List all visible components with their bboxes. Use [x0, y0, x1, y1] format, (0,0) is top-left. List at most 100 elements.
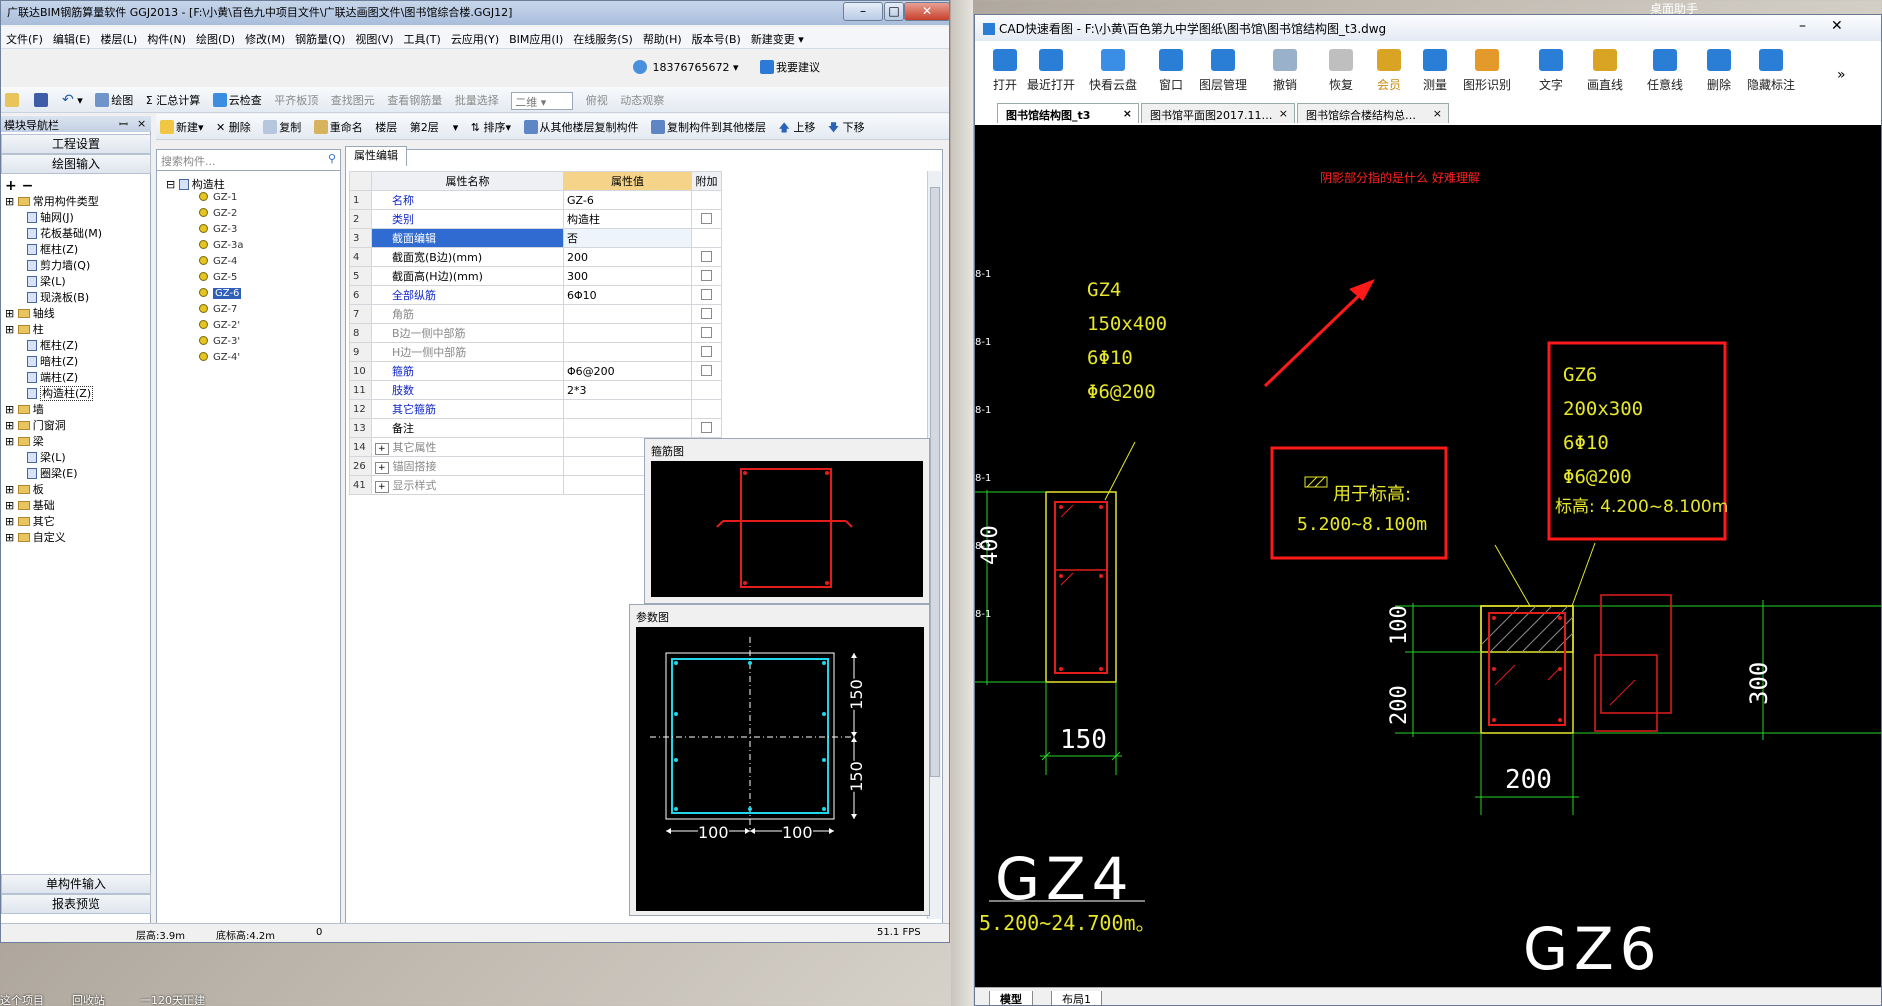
property-row[interactable]: 1 名称 GZ-6	[349, 190, 722, 210]
draw-button[interactable]: 绘图	[95, 92, 133, 108]
tree-folder[interactable]: ⊞ 其它	[1, 514, 151, 530]
sum-calc-button[interactable]: Σ 汇总计算	[146, 92, 200, 108]
extra-checkbox-cell[interactable]	[691, 342, 722, 362]
nav-close-icon[interactable]: ×	[137, 117, 146, 130]
tree-folder[interactable]: ⊞ 墙	[1, 402, 151, 418]
property-value[interactable]: 否	[563, 228, 692, 248]
tree-item[interactable]: 构造柱(Z)	[1, 386, 151, 402]
component-item[interactable]: GZ-4'	[199, 352, 244, 368]
expand-icon[interactable]: ⊞	[5, 499, 18, 512]
draw-input-button[interactable]: 绘图输入	[1, 154, 151, 174]
property-row[interactable]: 4 截面宽(B边)(mm) 200	[349, 247, 722, 267]
cloud-check-button[interactable]: 云检查	[212, 92, 262, 108]
undo-button[interactable]: ↶ ▾	[62, 92, 83, 108]
tab-property-edit[interactable]: 属性编辑	[345, 146, 407, 166]
desktop-icon-tangent[interactable]: 一120天正建	[140, 992, 205, 1006]
property-row[interactable]: 6 全部纵筋 6Φ10	[349, 285, 722, 305]
property-row[interactable]: 3 截面编辑 否	[349, 228, 722, 248]
cad-tool-button[interactable]: 文字	[1521, 49, 1581, 93]
extra-checkbox[interactable]	[701, 288, 712, 300]
menu-item[interactable]: 修改(M)	[240, 31, 290, 47]
pin-icon[interactable]: ꟷ	[119, 117, 128, 132]
menu-item[interactable]: 工具(T)	[399, 31, 446, 47]
tree-item[interactable]: 轴网(J)	[1, 210, 151, 226]
extra-checkbox-cell[interactable]	[691, 266, 722, 286]
extra-checkbox-cell[interactable]	[691, 209, 722, 229]
dynamic-view-button[interactable]: 动态观察	[620, 92, 664, 108]
cad-tool-button[interactable]: 任意线	[1635, 49, 1695, 93]
view-mode-select[interactable]: 二维 ▾	[511, 92, 574, 110]
expand-icon[interactable]: ⊞	[5, 403, 18, 416]
copy-to-floor-button[interactable]: 复制构件到其他楼层	[651, 119, 766, 135]
tree-item[interactable]: 花板基础(M)	[1, 226, 151, 242]
extra-checkbox-cell[interactable]	[691, 247, 722, 267]
extra-checkbox[interactable]	[701, 212, 712, 224]
tree-folder[interactable]: ⊞ 门窗洞	[1, 418, 151, 434]
menu-item[interactable]: 版本号(B)	[687, 31, 746, 47]
menu-item[interactable]: 文件(F)	[1, 31, 48, 47]
menu-item[interactable]: 绘图(D)	[191, 31, 240, 47]
tree-item[interactable]: 框柱(Z)	[1, 338, 151, 354]
menu-item[interactable]: 构件(N)	[142, 31, 191, 47]
copy-from-floor-button[interactable]: 从其他楼层复制构件	[523, 119, 639, 135]
property-row[interactable]: 13 备注	[349, 418, 722, 438]
extra-checkbox-cell[interactable]	[691, 304, 722, 324]
component-item[interactable]: GZ-1	[199, 192, 244, 208]
cad-close-button[interactable]: ✕	[1831, 18, 1843, 34]
report-preview-button[interactable]: 报表预览	[1, 894, 151, 914]
component-item[interactable]: GZ-3a	[199, 240, 244, 256]
tree-folder[interactable]: ⊞ 自定义	[1, 530, 151, 546]
expand-icon[interactable]: ⊞	[5, 195, 18, 208]
move-up-button[interactable]: 🡅 上移	[779, 119, 816, 138]
level-slab-button[interactable]: 平齐板顶	[274, 92, 318, 108]
delete-button[interactable]: ✕ 删除	[216, 119, 251, 135]
cad-tool-button[interactable]: 图层管理	[1193, 49, 1253, 93]
property-value[interactable]: 2*3	[563, 380, 692, 400]
property-row[interactable]: 9 H边一侧中部筋	[349, 342, 722, 362]
cad-document-tab[interactable]: 图书馆结构图_t3 ×	[997, 103, 1139, 123]
tree-item[interactable]: 暗柱(Z)	[1, 354, 151, 370]
tree-item[interactable]: 梁(L)	[1, 274, 151, 290]
property-row[interactable]: 7 角筋	[349, 304, 722, 324]
tab-model[interactable]: 模型	[989, 991, 1033, 1005]
single-component-button[interactable]: 单构件输入	[1, 874, 151, 894]
property-row[interactable]: 11 肢数 2*3	[349, 380, 722, 400]
cad-tool-button[interactable]: 最近打开	[1021, 49, 1081, 93]
expand-icon[interactable]: ⊞	[5, 323, 18, 336]
extra-checkbox[interactable]	[701, 345, 712, 357]
view-steel-button[interactable]: 查看钢筋量	[387, 92, 442, 108]
cad-tool-button[interactable]: 快看云盘	[1083, 49, 1143, 93]
property-row[interactable]: 2 类别 构造柱	[349, 209, 722, 229]
cad-tool-button[interactable]: 窗口	[1141, 49, 1201, 93]
rename-button[interactable]: 重命名	[313, 119, 363, 135]
property-row[interactable]: 10 箍筋 Φ6@200	[349, 361, 722, 381]
restore-button[interactable]: □	[884, 2, 904, 21]
property-value[interactable]	[563, 304, 692, 324]
extra-checkbox-cell[interactable]	[691, 361, 722, 381]
tree-folder[interactable]: ⊞ 轴线	[1, 306, 151, 322]
tree-item[interactable]: 梁(L)	[1, 450, 151, 466]
cad-canvas[interactable]: 8-1 8-1 8-1 8-1 8-1 8-1 阴影部分指的是什么 好难理解 GZ4 15…	[975, 125, 1881, 987]
tab-layout1[interactable]: 布局1	[1051, 991, 1102, 1005]
move-down-button[interactable]: 🡇 下移	[828, 119, 865, 138]
menu-item[interactable]: 楼层(L)	[95, 31, 142, 47]
tree-folder[interactable]: ⊞ 梁	[1, 434, 151, 450]
minimize-button[interactable]: –	[843, 2, 883, 21]
expand-icon[interactable]: ⊞	[5, 483, 18, 496]
expand-icon[interactable]: +	[375, 443, 389, 455]
extra-checkbox[interactable]	[701, 269, 712, 281]
search-icon[interactable]: ⚲	[328, 152, 336, 165]
tree-item[interactable]: 圈梁(E)	[1, 466, 151, 482]
extra-checkbox-cell[interactable]	[691, 399, 722, 419]
component-item[interactable]: GZ-5	[199, 272, 244, 288]
cad-minimize-button[interactable]: –	[1799, 18, 1806, 34]
tree-folder[interactable]: ⊞ 基础	[1, 498, 151, 514]
menu-item[interactable]: 视图(V)	[350, 31, 398, 47]
open-file-button[interactable]	[5, 93, 21, 107]
close-button[interactable]: ✕	[904, 2, 949, 21]
tree-item[interactable]: 现浇板(B)	[1, 290, 151, 306]
cad-tool-button[interactable]: 图形识别	[1457, 49, 1517, 93]
extra-checkbox-cell[interactable]	[691, 323, 722, 343]
scroll-thumb[interactable]	[930, 187, 940, 777]
tab-close-icon[interactable]: ×	[1279, 107, 1288, 120]
